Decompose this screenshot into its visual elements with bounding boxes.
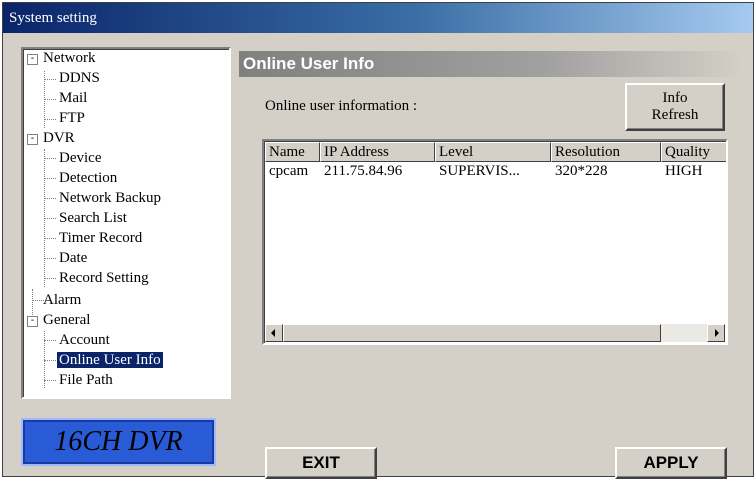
cell-ip-address: 211.75.84.96 <box>324 163 403 179</box>
left-arrow-icon <box>271 329 275 337</box>
tree-item-file-path[interactable]: File Path <box>57 371 115 391</box>
online-user-list[interactable]: Name IP Address Level Resolution Quality… <box>262 139 728 345</box>
column-header-quality[interactable]: Quality <box>661 142 726 162</box>
scroll-right-button[interactable] <box>707 324 725 342</box>
refresh-label-line2: Refresh <box>651 107 699 123</box>
tree-item-label: Network Backup <box>59 190 162 206</box>
tree-item-label: Mail <box>59 90 88 106</box>
title-bar: System setting <box>3 3 753 33</box>
tree-item-date[interactable]: Date <box>57 249 89 269</box>
right-arrow-icon <box>715 329 719 337</box>
collapse-general-icon[interactable]: - <box>27 316 38 327</box>
tree-item-mail[interactable]: Mail <box>57 89 89 109</box>
tree-item-label: Device <box>59 150 102 166</box>
tree-connector <box>44 258 56 259</box>
tree-item-record-setting[interactable]: Record Setting <box>57 269 151 289</box>
tree-connector <box>44 119 56 120</box>
section-header: Online User Info <box>239 51 745 77</box>
scroll-thumb[interactable] <box>283 324 661 342</box>
tree-item-network-backup[interactable]: Network Backup <box>57 189 163 209</box>
tree-item-label: DDNS <box>59 70 100 86</box>
tree-item-account[interactable]: Account <box>57 331 112 351</box>
cell-quality: HIGH <box>665 163 703 179</box>
tree-item-timer-record[interactable]: Timer Record <box>57 229 144 249</box>
column-header-name[interactable]: Name <box>265 142 320 162</box>
tree-connector <box>44 99 56 100</box>
tree-connector <box>44 79 56 80</box>
tree-item-ddns[interactable]: DDNS <box>57 69 102 89</box>
collapse-network-icon[interactable]: - <box>27 54 38 65</box>
tree-item-label: Search List <box>59 210 127 226</box>
tree-connector <box>44 278 56 279</box>
info-refresh-button[interactable]: Info Refresh <box>625 83 725 131</box>
tree-item-dvr[interactable]: DVR <box>41 129 77 149</box>
tree-item-label: Timer Record <box>59 230 143 246</box>
exit-button[interactable]: EXIT <box>265 447 377 479</box>
tree-connector <box>44 380 56 381</box>
tree-item-label: Record Setting <box>59 270 149 286</box>
tree-item-label: Date <box>59 250 88 266</box>
tree-item-label: DVR <box>43 130 75 146</box>
column-header-level[interactable]: Level <box>435 142 551 162</box>
tree-item-online-user-info[interactable]: Online User Info <box>56 351 164 371</box>
tree-item-network[interactable]: Network <box>41 49 98 69</box>
cell-name: cpcam <box>269 163 309 179</box>
tree-connector <box>44 198 56 199</box>
tree-item-label: FTP <box>59 110 85 126</box>
tree-connector <box>44 158 56 159</box>
tree-item-label: General <box>43 312 91 328</box>
tree-connector <box>44 340 56 341</box>
collapse-dvr-icon[interactable]: - <box>27 134 38 145</box>
column-header-ip-address[interactable]: IP Address <box>320 142 435 162</box>
column-header-resolution[interactable]: Resolution <box>551 142 661 162</box>
online-user-label: Online user information : <box>265 98 418 114</box>
horizontal-scrollbar[interactable] <box>265 324 725 342</box>
tree-item-device[interactable]: Device <box>57 149 103 169</box>
system-setting-window: System setting - Network DDNS Mail FTP -… <box>2 2 754 479</box>
tree-item-label: Online User Info <box>56 351 164 369</box>
refresh-label-line1: Info <box>662 90 688 106</box>
tree-connector <box>44 360 56 361</box>
apply-button[interactable]: APPLY <box>615 447 727 479</box>
tree-item-general[interactable]: General <box>41 311 92 331</box>
tree-connector <box>44 238 56 239</box>
tree-item-label: File Path <box>59 372 113 388</box>
settings-tree[interactable]: - Network DDNS Mail FTP - DVR Device Det… <box>21 47 231 399</box>
cell-resolution: 320*228 <box>555 163 608 179</box>
tree-item-alarm[interactable]: Alarm <box>41 291 83 311</box>
tree-item-label: Account <box>59 332 110 348</box>
tree-connector <box>44 218 56 219</box>
tree-item-label: Network <box>43 50 96 66</box>
tree-connector <box>44 178 56 179</box>
product-logo: 16CH DVR <box>21 418 216 466</box>
tree-item-detection[interactable]: Detection <box>57 169 119 189</box>
tree-item-search-list[interactable]: Search List <box>57 209 129 229</box>
tree-item-ftp[interactable]: FTP <box>57 109 87 129</box>
cell-level: SUPERVIS... <box>439 163 520 179</box>
tree-item-label: Alarm <box>43 292 82 308</box>
tree-item-label: Detection <box>59 170 118 186</box>
scroll-left-button[interactable] <box>265 324 283 342</box>
